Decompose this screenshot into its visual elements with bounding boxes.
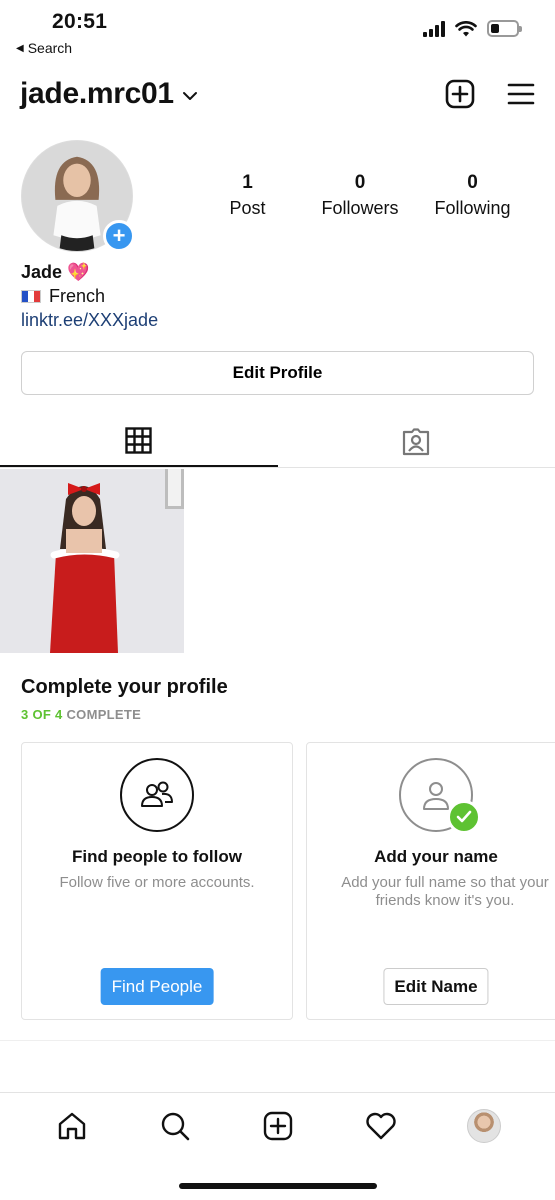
stat-value: 1 bbox=[242, 172, 253, 193]
person-icon bbox=[423, 782, 449, 810]
post-photo bbox=[0, 469, 184, 653]
status-bar: 20:51 ◀ Search bbox=[0, 0, 555, 64]
find-people-button[interactable]: Find People bbox=[100, 968, 214, 1005]
posts-count[interactable]: 1 Post bbox=[195, 172, 300, 219]
nav-activity[interactable] bbox=[361, 1106, 401, 1146]
grid-icon bbox=[125, 427, 152, 454]
home-icon bbox=[58, 1112, 85, 1139]
profile-tabs bbox=[0, 416, 555, 468]
profile-bio: Jade 💖 French linktr.ee/XXXjade bbox=[21, 260, 158, 332]
bio-link[interactable]: linktr.ee/XXXjade bbox=[21, 308, 158, 332]
card-description: Follow five or more accounts. bbox=[59, 874, 255, 891]
new-post-icon[interactable] bbox=[445, 79, 475, 109]
cellular-signal-icon bbox=[423, 20, 445, 37]
edit-name-button[interactable]: Edit Name bbox=[383, 968, 489, 1005]
profile-stats: 1 Post 0 Followers 0 Following bbox=[195, 172, 525, 219]
home-indicator[interactable] bbox=[179, 1183, 377, 1189]
add-story-badge-icon[interactable]: + bbox=[103, 220, 135, 252]
bio-language: French bbox=[49, 286, 106, 306]
complete-profile-progress: 3 OF 4 COMPLETE bbox=[21, 707, 141, 722]
nav-profile[interactable] bbox=[464, 1106, 504, 1146]
nav-new-post[interactable] bbox=[258, 1106, 298, 1146]
battery-icon bbox=[487, 20, 522, 37]
stat-label: Following bbox=[434, 198, 511, 218]
nav-search[interactable] bbox=[155, 1106, 195, 1146]
progress-suffix: COMPLETE bbox=[66, 707, 142, 722]
add-name-circle bbox=[399, 758, 481, 834]
card-title: Find people to follow bbox=[72, 847, 242, 866]
card-title: Add your name bbox=[374, 847, 498, 866]
system-icons bbox=[423, 20, 522, 37]
profile-header: jade.mrc01 bbox=[20, 72, 535, 116]
find-people-card: Find people to follow Follow five or mor… bbox=[21, 742, 293, 1020]
card-description: Add your full name so that your friends … bbox=[341, 874, 549, 909]
chevron-down-icon[interactable] bbox=[182, 91, 198, 101]
menu-icon[interactable] bbox=[507, 82, 535, 106]
tab-grid[interactable] bbox=[0, 416, 278, 467]
france-flag-icon bbox=[21, 290, 41, 303]
completed-check-icon bbox=[447, 800, 481, 834]
following-count[interactable]: 0 Following bbox=[420, 172, 525, 219]
profile-avatar-icon bbox=[466, 1108, 501, 1143]
stat-label: Post bbox=[229, 198, 266, 218]
tab-tagged[interactable] bbox=[278, 416, 555, 467]
display-name: Jade 💖 bbox=[21, 262, 90, 282]
profile-avatar-container[interactable]: + bbox=[21, 140, 135, 252]
find-people-circle bbox=[120, 758, 194, 832]
tagged-icon bbox=[403, 427, 430, 455]
post-thumbnail[interactable] bbox=[0, 469, 184, 653]
add-name-card: Add your name Add your full name so that… bbox=[306, 742, 555, 1020]
new-post-icon bbox=[263, 1111, 292, 1140]
account-username[interactable]: jade.mrc01 bbox=[20, 77, 174, 111]
section-divider bbox=[0, 1040, 555, 1041]
search-icon bbox=[161, 1112, 189, 1140]
status-time: 20:51 bbox=[52, 10, 108, 33]
stat-label: Followers bbox=[321, 198, 399, 218]
bio-language-line: French bbox=[21, 284, 158, 308]
stat-value: 0 bbox=[467, 172, 478, 193]
progress-count: 3 OF 4 bbox=[21, 707, 63, 722]
bottom-navigation bbox=[0, 1092, 555, 1158]
edit-profile-button[interactable]: Edit Profile bbox=[21, 351, 534, 395]
stat-value: 0 bbox=[354, 172, 366, 193]
followers-count[interactable]: 0 Followers bbox=[308, 172, 413, 219]
back-to-search-link[interactable]: ◀ Search bbox=[16, 40, 72, 56]
back-search-label: Search bbox=[27, 40, 73, 56]
people-icon bbox=[141, 781, 173, 807]
back-arrow-icon: ◀ bbox=[16, 42, 24, 54]
nav-home[interactable] bbox=[52, 1106, 92, 1146]
heart-icon bbox=[365, 1112, 396, 1139]
wifi-icon bbox=[455, 20, 477, 36]
complete-profile-title: Complete your profile bbox=[21, 676, 228, 698]
